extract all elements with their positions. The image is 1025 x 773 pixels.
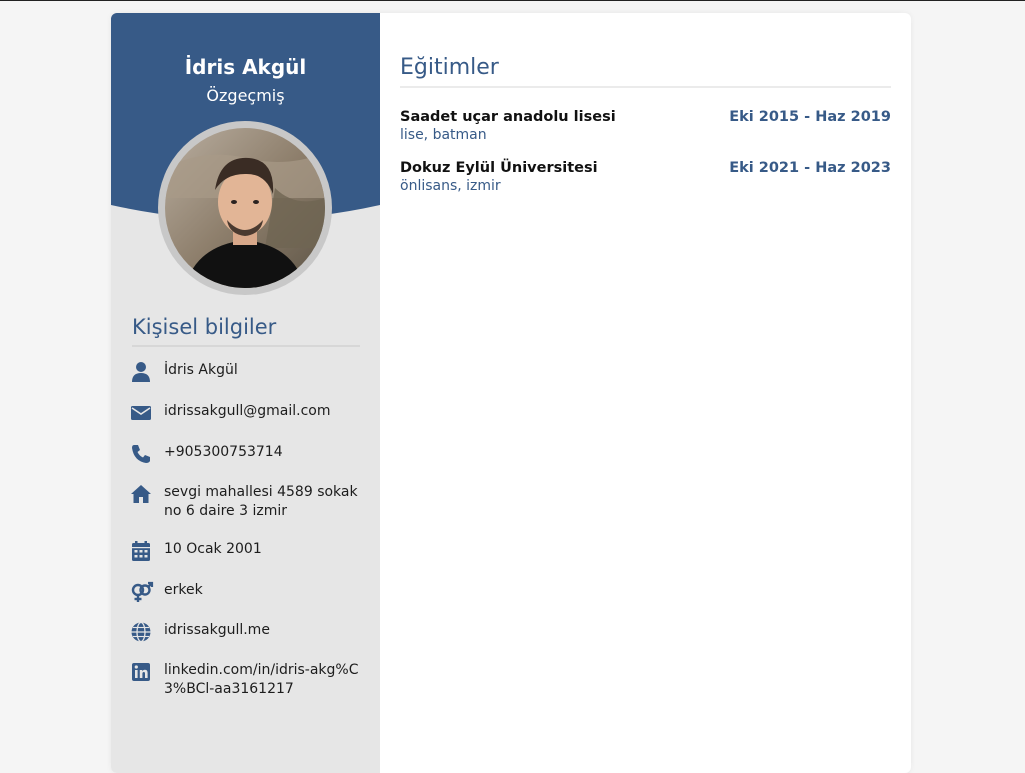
- education-item: Dokuz Eylül Üniversitesi Eki 2021 - Haz …: [400, 160, 891, 204]
- education-item: Saadet uçar anadolu lisesi Eki 2015 - Ha…: [400, 109, 891, 153]
- info-item-address: sevgi mahallesi 4589 sokak no 6 daire 3 …: [130, 483, 365, 521]
- info-item-phone: +905300753714: [130, 443, 365, 465]
- info-text-phone[interactable]: +905300753714: [164, 443, 283, 465]
- info-item-email: idrissakgull@gmail.com: [130, 402, 365, 424]
- avatar: [158, 121, 332, 295]
- home-icon: [131, 485, 151, 503]
- gender-icon: [131, 581, 154, 602]
- linkedin-icon: [132, 663, 150, 681]
- education-dates: Eki 2021 - Haz 2023: [729, 160, 891, 176]
- education-title: Eğitimler: [400, 55, 891, 88]
- info-text-gender: erkek: [164, 582, 203, 598]
- education-school: Dokuz Eylül Üniversitesi: [400, 160, 598, 176]
- info-text-website[interactable]: idrissakgull.me: [164, 621, 270, 643]
- info-item-linkedin: linkedin.com/in/idris-akg%C3%BCl-aa31612…: [130, 661, 365, 699]
- education-school: Saadet uçar anadolu lisesi: [400, 109, 616, 125]
- education-detail: önlisans, izmir: [400, 178, 501, 194]
- info-text-linkedin[interactable]: linkedin.com/in/idris-akg%C3%BCl-aa31612…: [164, 661, 365, 699]
- info-text-address: sevgi mahallesi 4589 sokak no 6 daire 3 …: [164, 484, 358, 519]
- calendar-icon: [132, 541, 150, 561]
- top-border: [0, 0, 1025, 1]
- sidebar: İdris Akgül Özgeçmiş Kişisel bilgiler İd…: [111, 13, 380, 773]
- info-item-birthdate: 10 Ocak 2001: [130, 540, 365, 562]
- person-name: İdris Akgül: [184, 55, 307, 79]
- user-icon: [132, 362, 150, 382]
- phone-icon: [132, 445, 150, 463]
- main-content: Eğitimler Saadet uçar anadolu lisesi Eki…: [400, 13, 891, 773]
- info-item-gender: erkek: [130, 581, 365, 603]
- envelope-icon: [131, 406, 151, 420]
- document-subtitle: Özgeçmiş: [206, 86, 285, 105]
- globe-icon: [131, 621, 151, 643]
- info-text-email[interactable]: idrissakgull@gmail.com: [164, 402, 330, 424]
- personal-info-title: Kişisel bilgiler: [132, 315, 360, 347]
- info-text-birthdate: 10 Ocak 2001: [164, 541, 262, 557]
- info-text-name: İdris Akgül: [164, 362, 238, 378]
- resume-page: İdris Akgül Özgeçmiş Kişisel bilgiler İd…: [111, 13, 911, 773]
- info-item-name: İdris Akgül: [130, 361, 365, 383]
- profile-photo: [165, 128, 325, 288]
- education-detail: lise, batman: [400, 127, 487, 143]
- education-dates: Eki 2015 - Haz 2019: [729, 109, 891, 125]
- info-item-website: idrissakgull.me: [130, 621, 365, 643]
